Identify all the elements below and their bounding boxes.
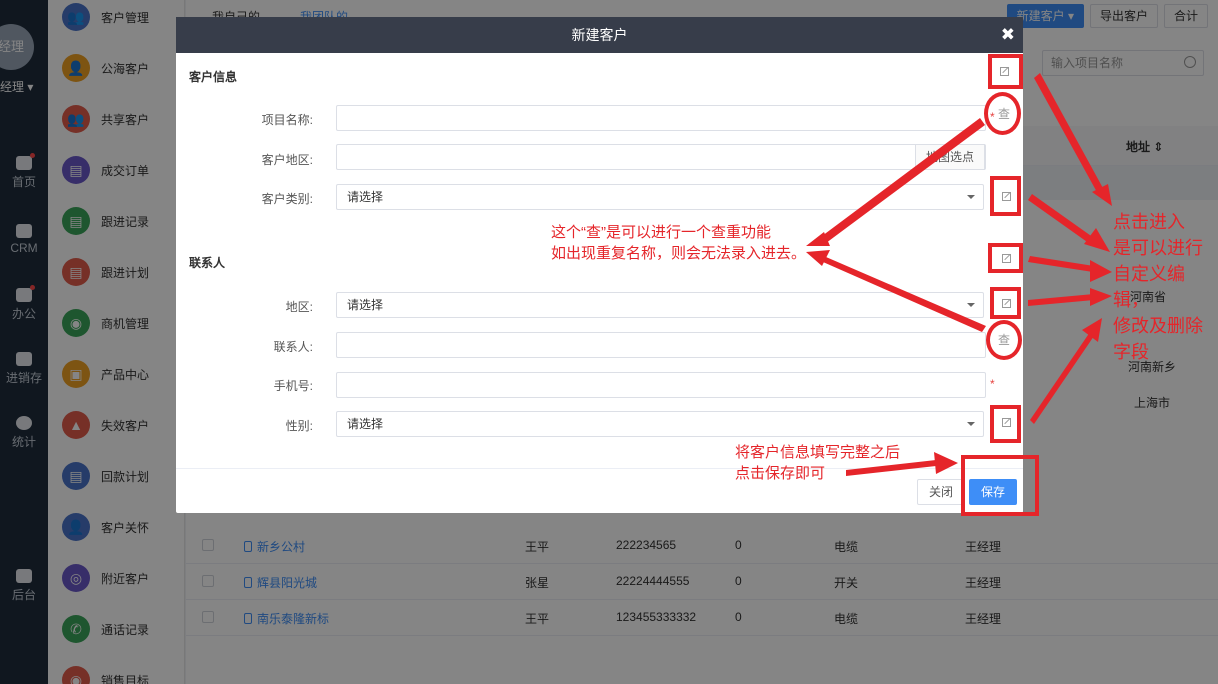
annotation-check-note: 这个“查”是可以进行一个查重功能 如出现重复名称，则会无法录入进去。 bbox=[551, 224, 807, 262]
annotation-arrows bbox=[806, 73, 1112, 476]
annotation-save-note: 将客户信息填写完整之后 点击保存即可 bbox=[735, 444, 901, 482]
annotation-edit-note: 点击进入 是可以进行 自定义编 辑， 修改及删除 字段 bbox=[1113, 212, 1203, 362]
